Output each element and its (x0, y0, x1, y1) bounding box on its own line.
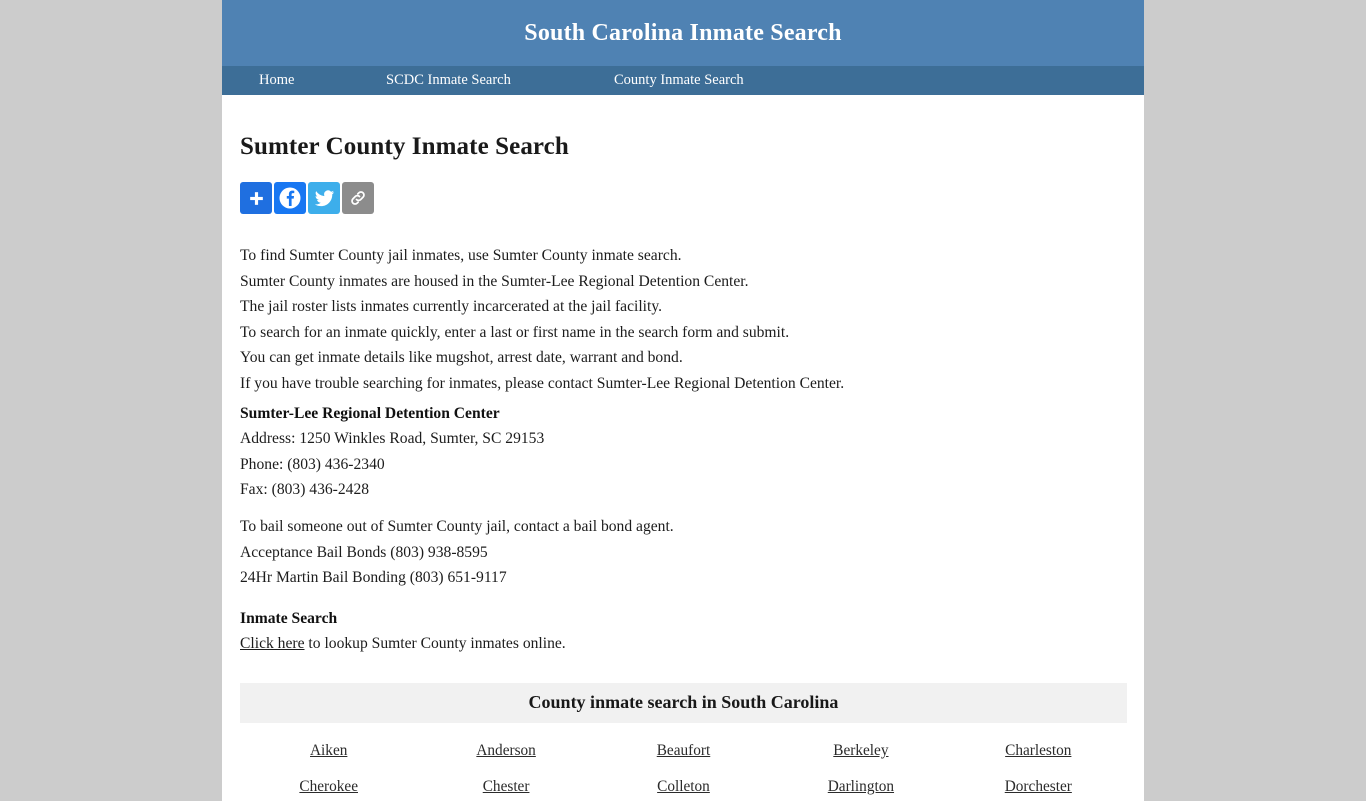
share-button-row (240, 182, 1126, 214)
facility-details: Sumter-Lee Regional Detention Center Add… (240, 397, 1126, 503)
county-table-title: County inmate search in South Carolina (528, 692, 839, 713)
county-link-dorchester[interactable]: Dorchester (1005, 778, 1072, 796)
county-link-anderson[interactable]: Anderson (476, 742, 535, 760)
intro-line-3: The jail roster lists inmates currently … (240, 298, 663, 316)
click-here-link[interactable]: Click here (240, 635, 305, 652)
facility-address: Address: 1250 Winkles Road, Sumter, SC 2… (240, 430, 545, 448)
nav-item-scdc-inmate-search[interactable]: SCDC Inmate Search (386, 72, 614, 89)
county-cell: Dorchester (950, 773, 1127, 801)
county-link-berkeley[interactable]: Berkeley (833, 742, 888, 760)
bail-bond-section: To bail someone out of Sumter County jai… (240, 514, 1126, 591)
intro-line-1: To find Sumter County jail inmates, use … (240, 247, 682, 264)
inmate-search-line: Click here to lookup Sumter County inmat… (240, 631, 1126, 657)
main-content: Sumter County Inmate Search To find Sumt… (222, 120, 1144, 801)
intro-paragraph: To find Sumter County jail inmates, use … (240, 243, 1126, 397)
intro-line-4: To search for an inmate quickly, enter a… (240, 323, 790, 341)
inmate-search-suffix: to lookup Sumter County inmates online. (304, 635, 566, 653)
county-cell: Darlington (772, 773, 949, 801)
main-navigation: Home SCDC Inmate Search County Inmate Se… (222, 66, 1144, 95)
county-link-chester[interactable]: Chester (483, 778, 530, 796)
county-link-charleston[interactable]: Charleston (1005, 742, 1071, 760)
twitter-share-button[interactable] (308, 182, 340, 214)
inmate-search-heading: Inmate Search (240, 609, 338, 627)
chain-link-icon (348, 188, 368, 208)
facility-fax: Fax: (803) 436-2428 (240, 481, 370, 499)
county-table-header: County inmate search in South Carolina (240, 682, 1127, 723)
nav-item-home[interactable]: Home (259, 72, 386, 89)
site-banner: South Carolina Inmate Search (222, 0, 1144, 66)
bail-agent-1: Acceptance Bail Bonds (803) 938-8595 (240, 543, 488, 561)
county-cell: Cherokee (240, 773, 417, 801)
twitter-bird-icon (314, 188, 335, 209)
county-link-cherokee[interactable]: Cherokee (299, 778, 358, 796)
copy-link-share-button[interactable] (342, 182, 374, 214)
county-cell: Colleton (595, 773, 772, 801)
nav-item-county-inmate-search[interactable]: County Inmate Search (614, 72, 744, 89)
county-cell: Chester (417, 773, 594, 801)
county-cell: Charleston (950, 737, 1127, 765)
intro-line-6: If you have trouble searching for inmate… (240, 374, 845, 392)
county-cell: Berkeley (772, 737, 949, 765)
county-cell: Anderson (417, 737, 594, 765)
county-inmate-search-table: County inmate search in South Carolina A… (240, 682, 1127, 801)
county-link-aiken[interactable]: Aiken (310, 742, 347, 760)
page-shell: South Carolina Inmate Search Home SCDC I… (222, 0, 1144, 801)
intro-line-2: Sumter County inmates are housed in the … (240, 272, 749, 290)
intro-line-5: You can get inmate details like mugshot,… (240, 349, 683, 367)
inmate-search-section: Inmate Search Click here to lookup Sumte… (240, 602, 1126, 657)
bail-intro: To bail someone out of Sumter County jai… (240, 517, 674, 535)
page-title: Sumter County Inmate Search (240, 133, 569, 160)
facebook-share-button[interactable] (274, 182, 306, 214)
county-cell: Beaufort (595, 737, 772, 765)
facebook-icon (278, 186, 302, 210)
bail-agent-2: 24Hr Martin Bail Bonding (803) 651-9117 (240, 569, 507, 587)
county-link-darlington[interactable]: Darlington (828, 778, 894, 796)
county-cell: Aiken (240, 737, 417, 765)
county-link-beaufort[interactable]: Beaufort (657, 742, 711, 760)
addthis-share-button[interactable] (240, 182, 272, 214)
county-link-colleton[interactable]: Colleton (657, 778, 710, 796)
plus-icon (247, 189, 266, 208)
county-links-grid: Aiken Anderson Beaufort Berkeley Charleston C… (240, 723, 1127, 801)
site-title: South Carolina Inmate Search (524, 19, 842, 46)
facility-phone: Phone: (803) 436-2340 (240, 455, 385, 473)
facility-name: Sumter-Lee Regional Detention Center (240, 404, 500, 422)
